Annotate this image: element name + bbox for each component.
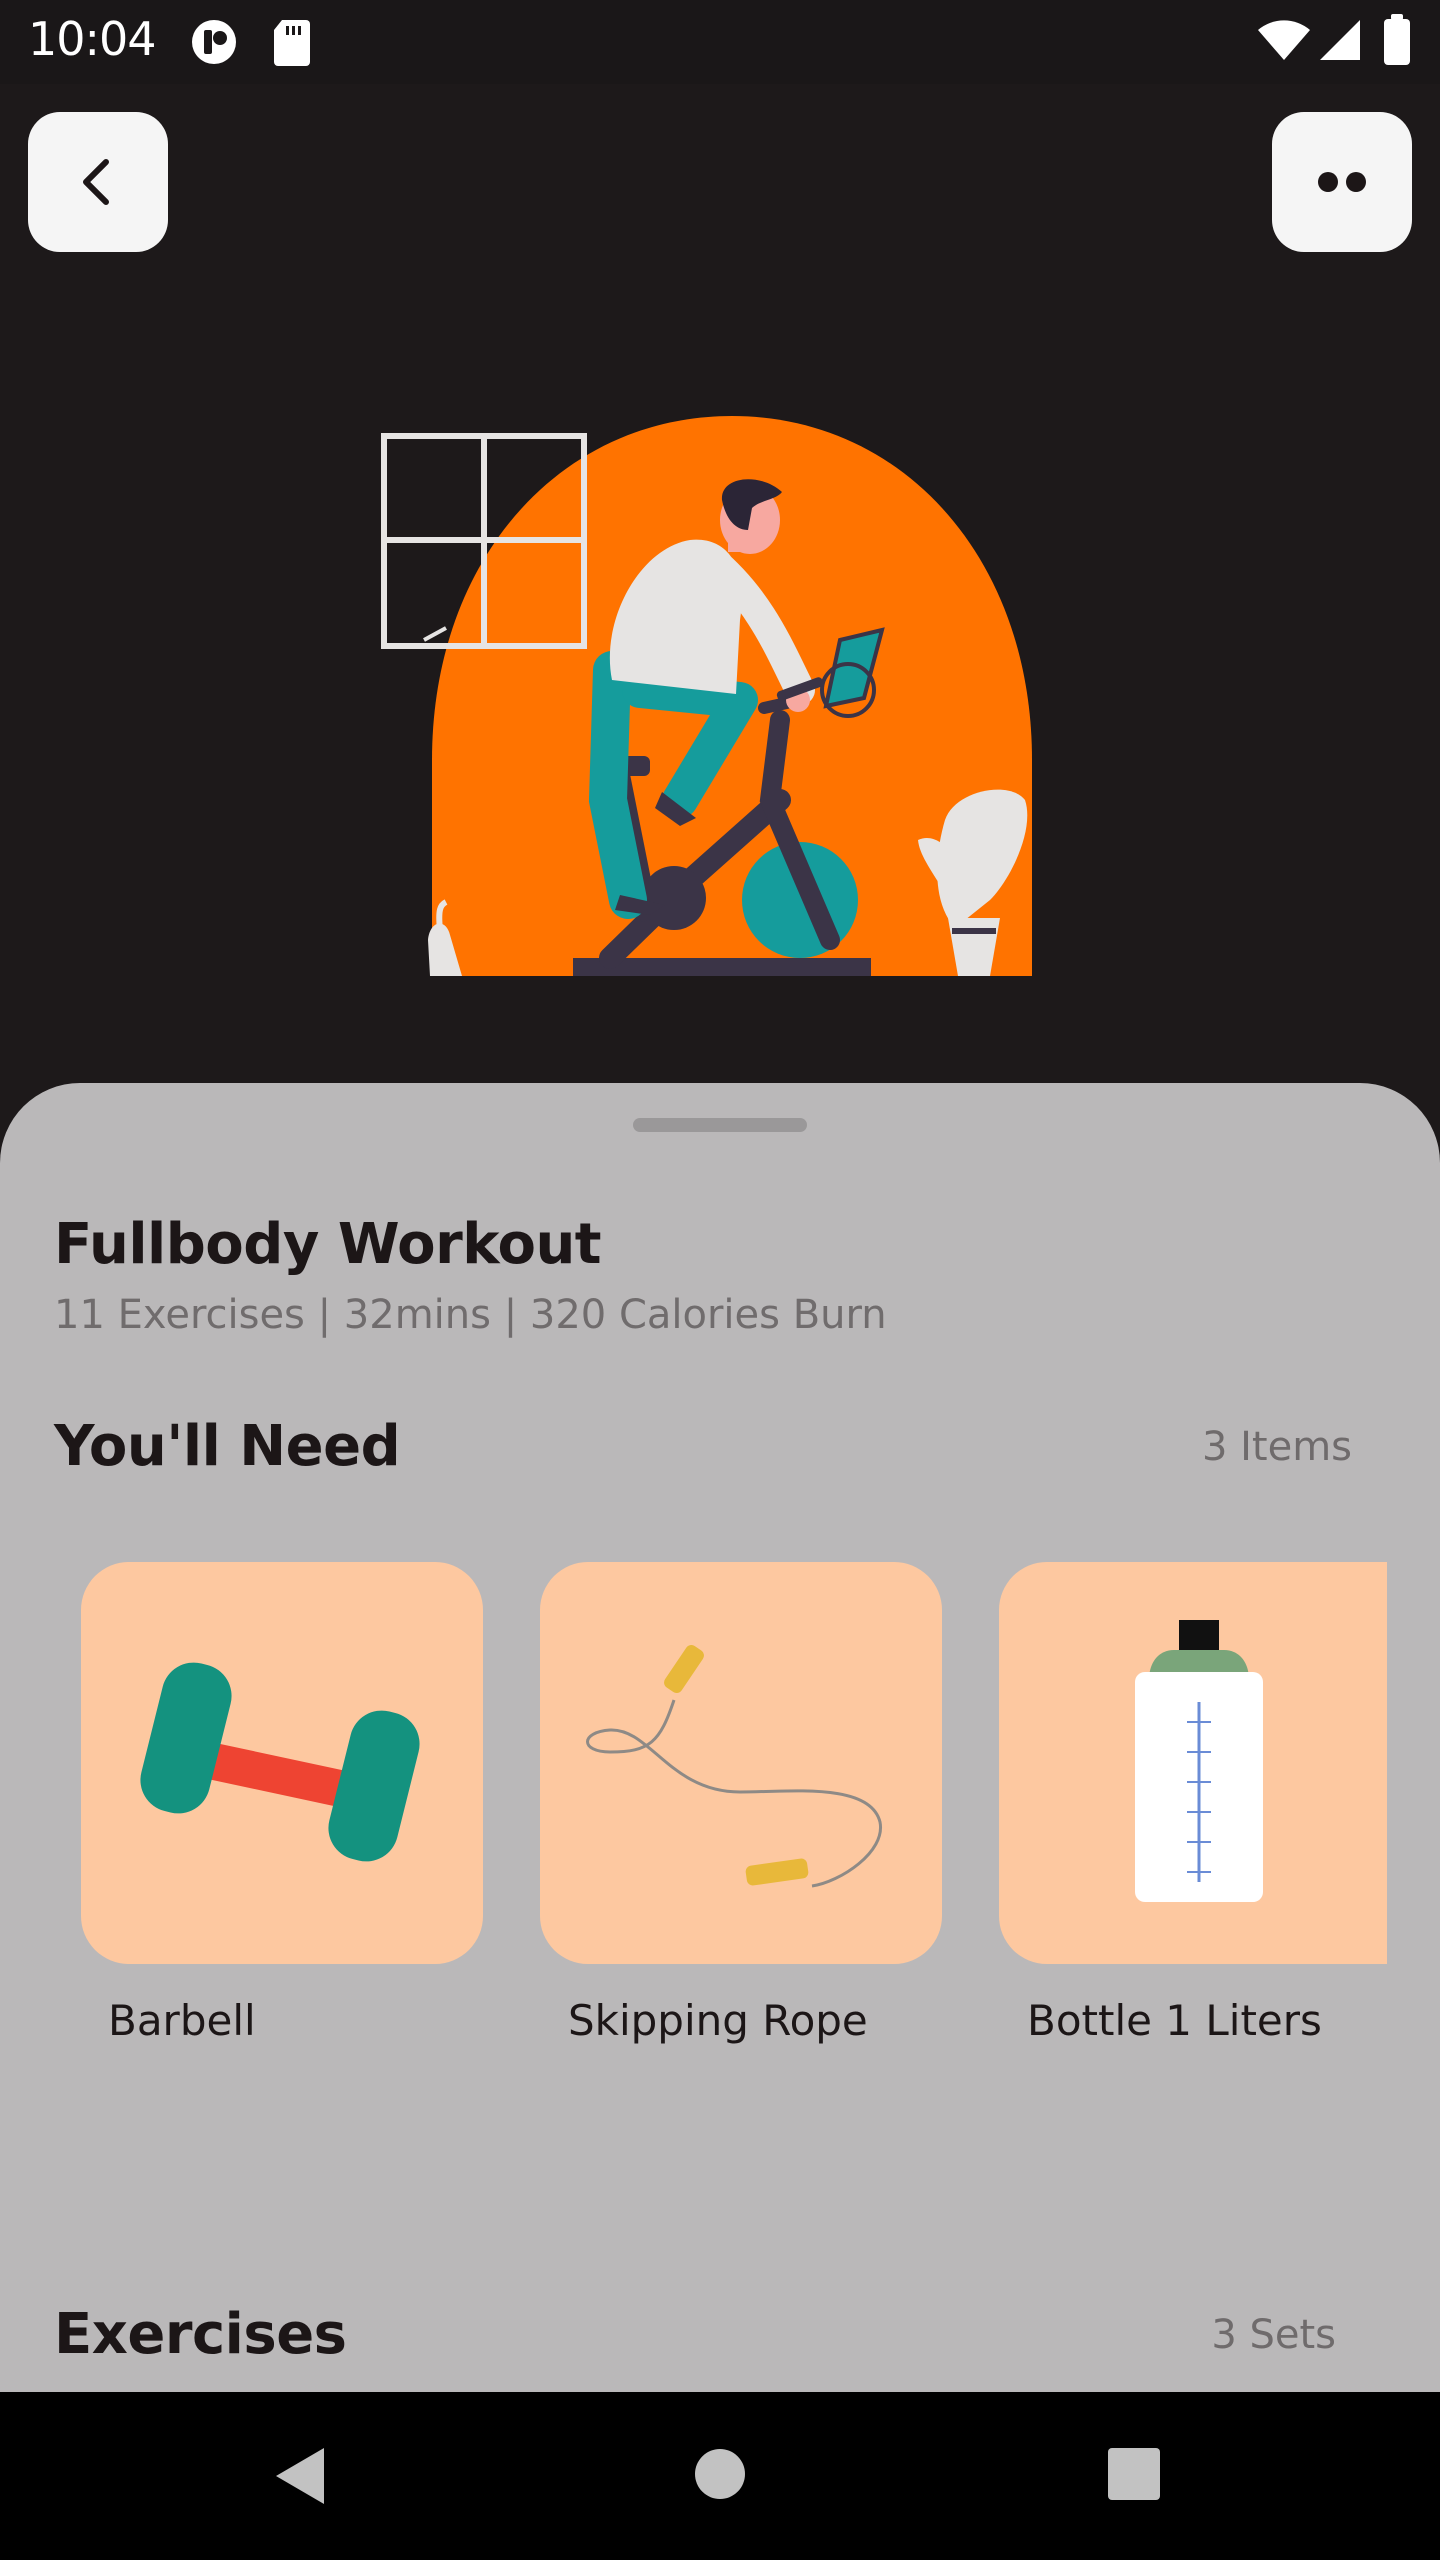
battery-icon (1384, 14, 1410, 65)
equipment-card-skipping-rope[interactable] (540, 1562, 942, 1964)
workout-subtitle: 11 Exercises | 32mins | 320 Calories Bur… (54, 1292, 887, 1338)
skipping-rope-icon (586, 1645, 882, 1888)
exercises-section-title: Exercises (54, 2302, 347, 2367)
status-time: 10:04 (28, 12, 157, 66)
system-navigation-bar (0, 2392, 1440, 2560)
equipment-label-barbell: Barbell (108, 1996, 256, 2045)
exercises-set-count: 3 Sets (1211, 2312, 1336, 2358)
equipment-label-bottle: Bottle 1 Liters (1027, 1996, 1322, 2045)
sheet-drag-handle[interactable] (633, 1118, 807, 1132)
equipment-card-bottle[interactable] (999, 1562, 1387, 1964)
workout-hero-illustration (381, 416, 1032, 976)
nav-home-icon[interactable] (694, 2448, 746, 2500)
nav-recents-icon[interactable] (1108, 2448, 1160, 2500)
water-bottle-icon (1135, 1620, 1263, 1902)
nav-back-icon[interactable] (270, 2444, 330, 2508)
needs-item-count: 3 Items (1201, 1424, 1352, 1470)
needs-section-title: You'll Need (54, 1414, 401, 1479)
status-bar: 10:04 (0, 0, 1440, 84)
equipment-label-skipping-rope: Skipping Rope (568, 1996, 868, 2045)
app-notification-icon (192, 20, 236, 64)
cellular-signal-icon (1320, 20, 1360, 60)
sd-card-icon (274, 20, 310, 66)
equipment-card-barbell[interactable] (81, 1562, 483, 1964)
wifi-icon (1258, 20, 1310, 60)
workout-title: Fullbody Workout (54, 1212, 602, 1277)
dumbbell-icon (140, 1662, 420, 1862)
